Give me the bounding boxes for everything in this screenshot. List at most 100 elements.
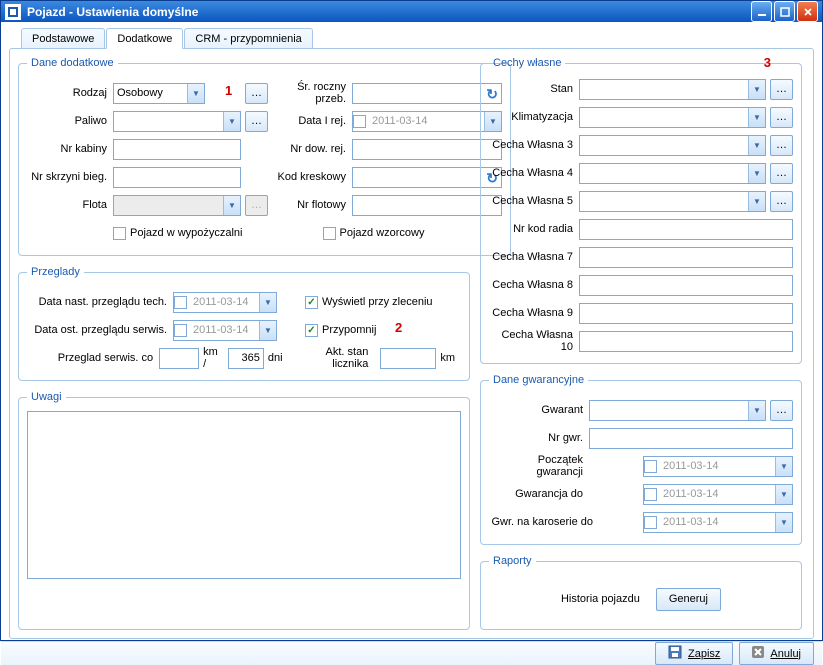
poczatek-date[interactable]: 2011-03-14 ▼: [643, 456, 793, 477]
nrkabiny-input[interactable]: [113, 139, 241, 160]
karoserie-date[interactable]: 2011-03-14 ▼: [643, 512, 793, 533]
nrskrzyni-input[interactable]: [113, 167, 241, 188]
anuluj-button[interactable]: Anuluj: [739, 642, 814, 665]
checkbox-icon: [323, 227, 336, 240]
data1rej-checkbox[interactable]: [353, 115, 366, 128]
poczatek-value: 2011-03-14: [661, 460, 775, 472]
cecha-combo[interactable]: ▼: [579, 163, 766, 184]
cecha-combo[interactable]: ▼: [579, 191, 766, 212]
nrgwr-label: Nr gwr.: [489, 432, 589, 444]
serwis-value: 2011-03-14: [191, 324, 259, 336]
chevron-down-icon: ▼: [748, 164, 765, 183]
nrflotowy-label: Nr flotowy: [274, 199, 352, 211]
cecha-label: Cecha Własna 4: [489, 167, 579, 179]
akt-input[interactable]: [380, 348, 436, 369]
cecha-ellipsis-button[interactable]: …: [770, 79, 793, 100]
do-date[interactable]: 2011-03-14 ▼: [643, 484, 793, 505]
cecha-label: Cecha Własna 9: [489, 307, 579, 319]
serwis-checkbox[interactable]: [174, 324, 187, 337]
tech-date[interactable]: 2011-03-14 ▼: [173, 292, 277, 313]
checkbox-icon: [113, 227, 126, 240]
app-icon: [5, 4, 21, 20]
cecha-ellipsis-button[interactable]: …: [770, 107, 793, 128]
flota-ellipsis-button: …: [245, 195, 268, 216]
generuj-button[interactable]: Generuj: [656, 588, 721, 611]
cecha-input[interactable]: [579, 303, 793, 324]
do-label: Gwarancja do: [489, 488, 589, 500]
cecha-combo[interactable]: ▼: [579, 79, 766, 100]
gwarant-ellipsis-button[interactable]: …: [770, 400, 793, 421]
nrskrzyni-label: Nr skrzyni bieg.: [27, 171, 113, 183]
tabpane: Dane dodatkowe Rodzaj Osobowy ▼ 1 … Śr. …: [9, 48, 814, 639]
zapisz-label: Zapisz: [688, 648, 720, 660]
gwarant-combo[interactable]: ▼: [589, 400, 766, 421]
cecha-input[interactable]: [579, 275, 793, 296]
wypozyczalnia-checkbox[interactable]: Pojazd w wypożyczalni: [113, 227, 243, 240]
paliwo-ellipsis-button[interactable]: …: [245, 111, 268, 132]
chevron-down-icon: ▼: [748, 401, 765, 420]
annotation-3: 3: [764, 55, 771, 70]
wyswietl-checkbox[interactable]: Wyświetl przy zleceniu: [305, 296, 433, 309]
przypomnij-label: Przypomnij: [322, 324, 376, 336]
poczatek-checkbox[interactable]: [644, 460, 657, 473]
close-button[interactable]: [797, 1, 818, 22]
maximize-button[interactable]: [774, 1, 795, 22]
cecha-input[interactable]: [579, 219, 793, 240]
rodzaj-combo[interactable]: Osobowy ▼: [113, 83, 205, 104]
legend-dane-dodatkowe: Dane dodatkowe: [27, 57, 118, 69]
karoserie-label: Gwr. na karoserie do: [489, 516, 599, 528]
tab-dodatkowe[interactable]: Dodatkowe: [106, 28, 183, 49]
cecha-ellipsis-button[interactable]: …: [770, 191, 793, 212]
tab-podstawowe[interactable]: Podstawowe: [21, 28, 105, 48]
checkbox-icon: [305, 324, 318, 337]
co-km-input[interactable]: [159, 348, 199, 369]
chevron-down-icon: ▼: [259, 321, 276, 340]
co-km-unit: km /: [199, 346, 228, 370]
minimize-button[interactable]: [751, 1, 772, 22]
cecha-combo[interactable]: ▼: [579, 107, 766, 128]
uwagi-textarea[interactable]: [27, 411, 461, 579]
chevron-down-icon: ▼: [748, 80, 765, 99]
chevron-down-icon: ▼: [259, 293, 276, 312]
poczatek-label: Początek gwarancji: [489, 454, 589, 478]
cecha-label: Stan: [489, 83, 579, 95]
fieldset-przeglady: Przeglady Data nast. przeglądu tech. 201…: [18, 266, 470, 381]
cecha-ellipsis-button[interactable]: …: [770, 135, 793, 156]
data1rej-label: Data I rej.: [274, 115, 352, 127]
wzorcowy-label: Pojazd wzorcowy: [340, 227, 425, 239]
legend-uwagi: Uwagi: [27, 391, 66, 403]
karoserie-checkbox[interactable]: [644, 516, 657, 529]
zapisz-button[interactable]: Zapisz: [655, 642, 733, 665]
wyswietl-label: Wyświetl przy zleceniu: [322, 296, 433, 308]
historia-label: Historia pojazdu: [561, 593, 640, 605]
przypomnij-checkbox[interactable]: Przypomnij: [305, 324, 376, 337]
tech-checkbox[interactable]: [174, 296, 187, 309]
co-dni-input[interactable]: [228, 348, 264, 369]
cecha-input[interactable]: [579, 331, 793, 352]
cecha-input[interactable]: [579, 247, 793, 268]
paliwo-combo[interactable]: ▼: [113, 111, 241, 132]
checkbox-icon: [305, 296, 318, 309]
fieldset-cechy-wlasne: Cechy własne 3 Stan▼…Klimatyzacja▼…Cecha…: [480, 57, 802, 364]
cecha-label: Klimatyzacja: [489, 111, 579, 123]
wzorcowy-checkbox[interactable]: Pojazd wzorcowy: [323, 227, 425, 240]
content: Podstawowe Dodatkowe CRM - przypomnienia…: [1, 22, 822, 641]
cecha-label: Cecha Własna 5: [489, 195, 579, 207]
fieldset-dane-dodatkowe: Dane dodatkowe Rodzaj Osobowy ▼ 1 … Śr. …: [18, 57, 511, 256]
nrkabiny-label: Nr kabiny: [27, 143, 113, 155]
serwis-date[interactable]: 2011-03-14 ▼: [173, 320, 277, 341]
nrgwr-input[interactable]: [589, 428, 793, 449]
cecha-combo[interactable]: ▼: [579, 135, 766, 156]
annotation-1: 1: [225, 83, 232, 98]
tab-crm[interactable]: CRM - przypomnienia: [184, 28, 312, 48]
flota-combo: ▼: [113, 195, 241, 216]
window-title: Pojazd - Ustawienia domyślne: [27, 5, 198, 19]
fieldset-raporty: Raporty Historia pojazdu Generuj: [480, 555, 802, 630]
save-icon: [668, 645, 682, 662]
legend-gwar: Dane gwarancyjne: [489, 374, 588, 386]
cecha-label: Cecha Własna 8: [489, 279, 579, 291]
rodzaj-ellipsis-button[interactable]: …: [245, 83, 268, 104]
tech-value: 2011-03-14: [191, 296, 259, 308]
cecha-ellipsis-button[interactable]: …: [770, 163, 793, 184]
do-checkbox[interactable]: [644, 488, 657, 501]
